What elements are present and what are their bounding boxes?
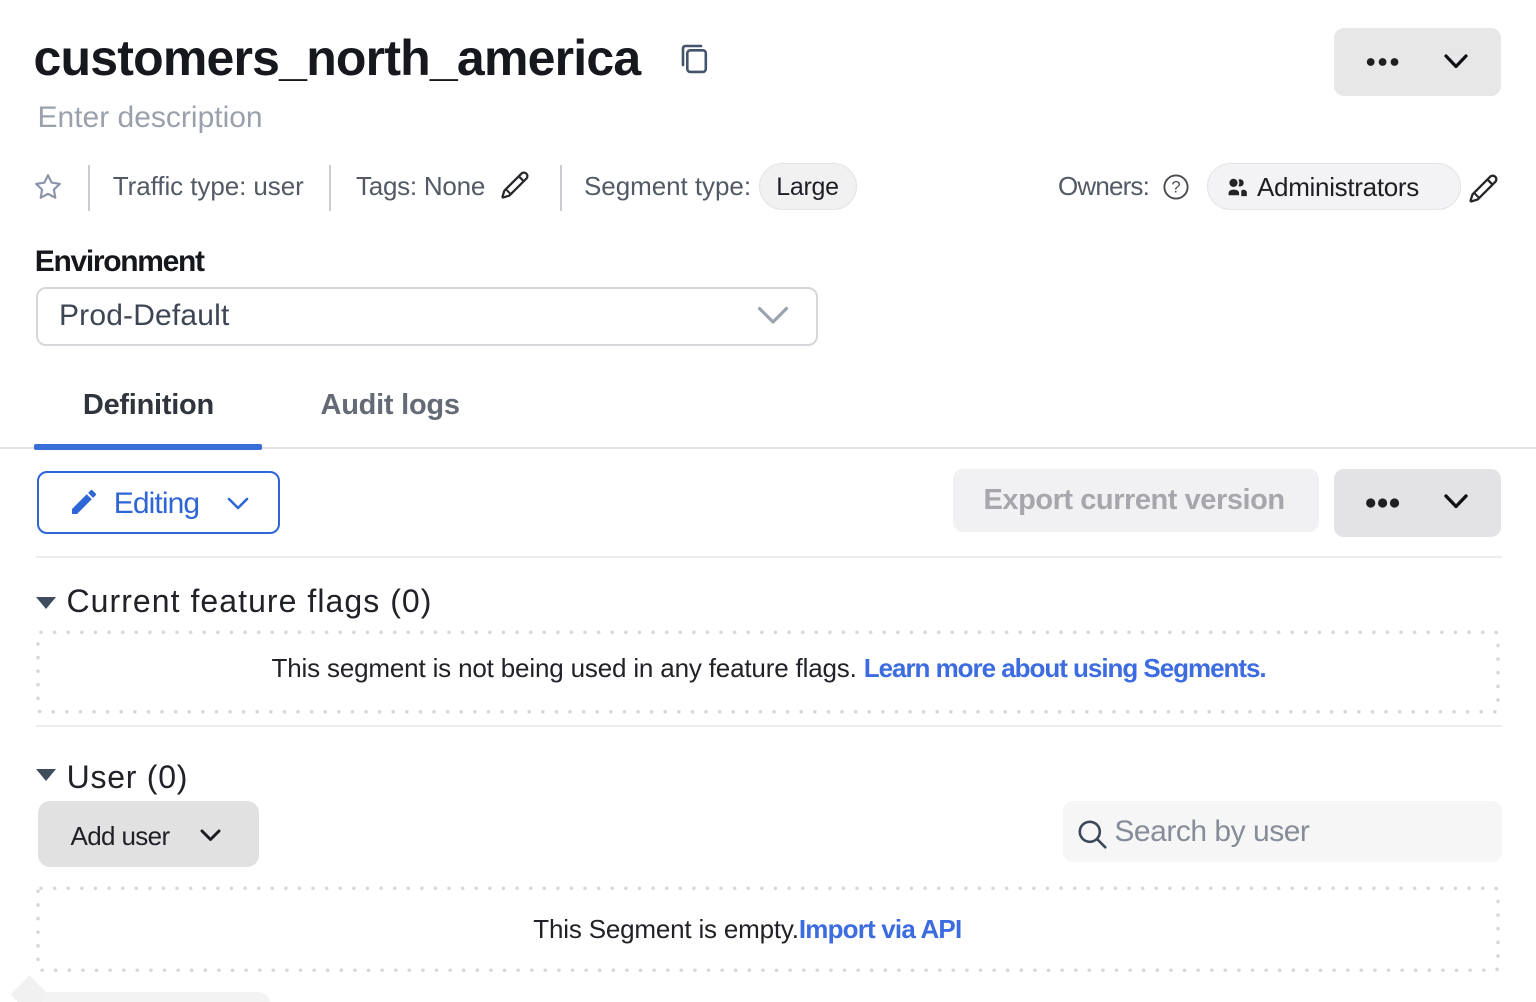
svg-text:?: ? [1171,179,1180,197]
